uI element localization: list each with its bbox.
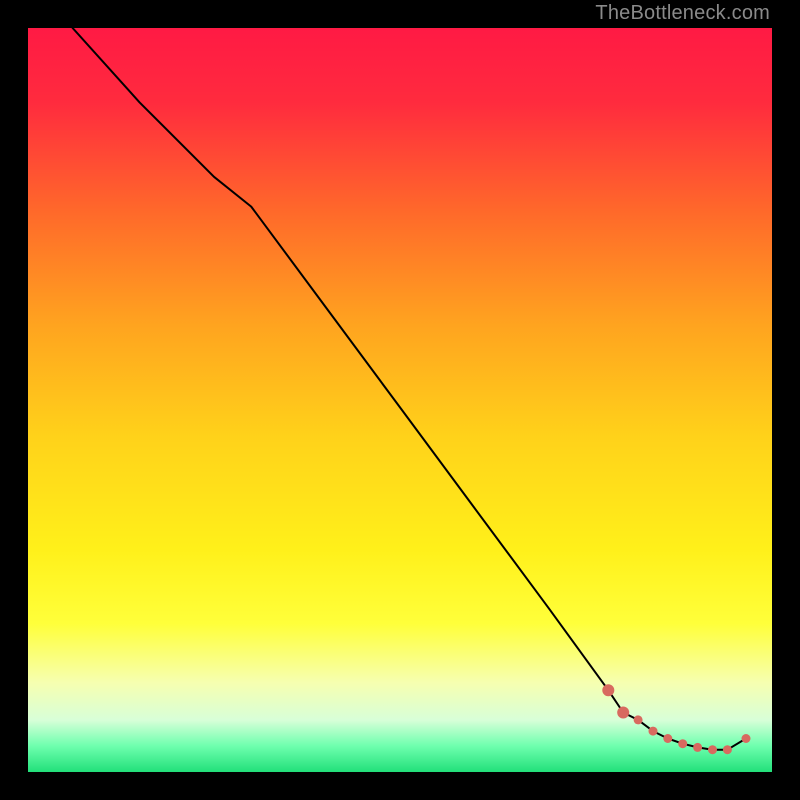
tail-marker — [649, 727, 658, 736]
tail-marker — [693, 743, 702, 752]
tail-marker — [634, 715, 643, 724]
bottleneck-chart — [28, 28, 772, 772]
tail-marker — [708, 745, 717, 754]
chart-frame — [28, 28, 772, 772]
tail-marker — [617, 707, 629, 719]
tail-marker — [742, 734, 751, 743]
tail-marker — [602, 684, 614, 696]
watermark-text: TheBottleneck.com — [595, 2, 770, 25]
tail-marker — [663, 734, 672, 743]
tail-marker — [678, 739, 687, 748]
tail-marker — [723, 745, 732, 754]
gradient-background — [28, 28, 772, 772]
